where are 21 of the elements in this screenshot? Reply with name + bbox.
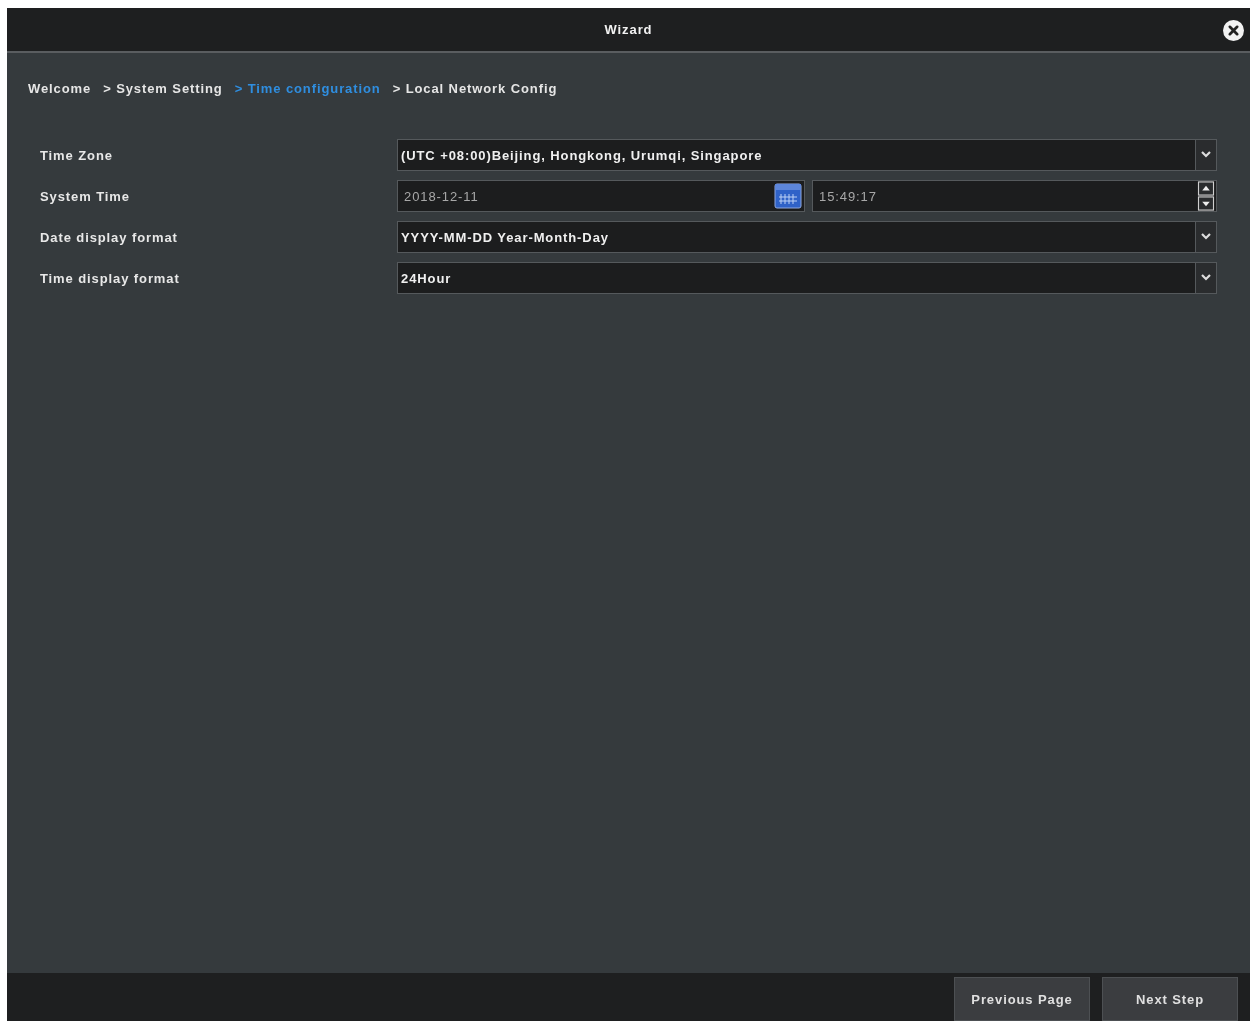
spinner-arrows-icon[interactable]: [1197, 181, 1215, 211]
breadcrumb-step[interactable]: > System Setting: [103, 80, 223, 96]
wizard-button[interactable]: Next Step: [1102, 977, 1238, 1021]
time-field[interactable]: 15:49:17: [812, 180, 1217, 212]
breadcrumb-step[interactable]: Welcome: [28, 80, 92, 96]
chevron-down-icon[interactable]: [1195, 140, 1216, 170]
window-title: Wizard: [604, 22, 653, 37]
wizard-button[interactable]: Previous Page: [954, 977, 1090, 1021]
chevron-down-icon[interactable]: [1195, 222, 1216, 252]
dropdown-field[interactable]: 24Hour: [397, 262, 1217, 294]
field-label: Date display format: [40, 229, 178, 245]
field-label: System Time: [40, 188, 130, 204]
calendar-icon[interactable]: [774, 183, 802, 209]
field-label: Time display format: [40, 270, 180, 286]
field-label: Time Zone: [40, 147, 113, 163]
date-field[interactable]: 2018-12-11: [397, 180, 805, 212]
dropdown-field[interactable]: YYYY-MM-DD Year-Month-Day: [397, 221, 1217, 253]
breadcrumb-step[interactable]: > Local Network Config: [392, 80, 558, 96]
chevron-down-icon[interactable]: [1195, 263, 1216, 293]
close-icon[interactable]: [1223, 20, 1244, 41]
dropdown-field[interactable]: (UTC +08:00)Beijing, Hongkong, Urumqi, Singapore: [397, 139, 1217, 171]
